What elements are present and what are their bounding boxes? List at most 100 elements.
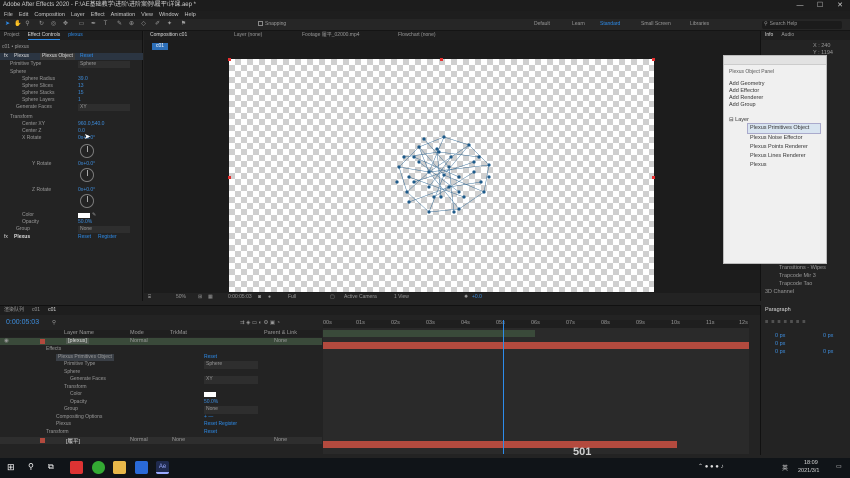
plexus-effect-row[interactable]: fx Plexus Reset Register — [0, 234, 143, 241]
plexus-register-link[interactable]: Register — [98, 234, 117, 241]
camera-tool-icon[interactable]: ◎ — [50, 21, 57, 28]
comp-subtab[interactable]: c01 — [152, 43, 169, 50]
layer-name-footage[interactable]: [履平] — [66, 437, 80, 445]
prop-row[interactable]: Effects — [0, 346, 322, 354]
minimize-button[interactable]: — — [790, 0, 810, 11]
prop-value[interactable]: XY — [204, 376, 258, 384]
workspace-small-screen[interactable]: Small Screen — [641, 21, 671, 27]
layer-mode-footage[interactable]: Normal — [130, 437, 148, 443]
align-buttons-icon[interactable]: ≡≡≡≡≡≡≡ — [765, 319, 808, 325]
prop-row[interactable]: Compositing Options + — — [0, 414, 322, 422]
zoom-tool-icon[interactable]: ⚲ — [24, 21, 31, 28]
col-layer-name[interactable]: Layer Name — [64, 330, 94, 336]
col-trkmat[interactable]: TrkMat — [170, 330, 187, 336]
region-icon[interactable]: ▢ — [330, 293, 335, 302]
tab-render-queue[interactable]: 渲染队列 — [4, 306, 24, 315]
tab-audio[interactable]: Audio — [781, 31, 794, 40]
layer-name-plexus[interactable]: [plexus] — [66, 338, 89, 344]
mail-app-icon[interactable] — [135, 461, 148, 474]
eyedropper-icon[interactable]: ✎ — [92, 212, 96, 219]
layer-parent-footage[interactable]: None — [274, 437, 287, 443]
prop-value[interactable]: Sphere — [204, 361, 258, 369]
menu-window[interactable]: Window — [159, 11, 179, 19]
z-rotate-dial[interactable] — [80, 194, 94, 208]
add-effector-button[interactable]: Add Effector — [729, 88, 821, 95]
indent-left-value[interactable]: 0 px — [775, 333, 785, 339]
prop-value[interactable]: Reset — [204, 354, 217, 362]
add-geometry-button[interactable]: Add Geometry — [729, 81, 821, 88]
roto-brush-tool-icon[interactable]: ✐ — [154, 21, 161, 28]
layer-trkmat-footage[interactable]: None — [172, 437, 185, 443]
tree-item-primitives[interactable]: Plexus Primitives Object — [747, 123, 821, 134]
menu-layer[interactable]: Layer — [71, 11, 85, 19]
prop-value[interactable]: None — [204, 406, 258, 414]
menu-help[interactable]: Help — [185, 11, 196, 19]
playhead[interactable] — [503, 320, 504, 454]
tab-layer[interactable]: Layer (none) — [234, 31, 262, 40]
tab-effect-layer[interactable]: plexus — [68, 31, 82, 40]
pen-tool-icon[interactable]: ✒ — [90, 21, 97, 28]
prop-row[interactable]: Opacity 50.0% — [0, 399, 322, 407]
layer-row-footage[interactable]: [履平] Normal None None — [0, 437, 322, 445]
menu-effect[interactable]: Effect — [91, 11, 105, 19]
space-after-value[interactable]: 0 px — [823, 349, 833, 355]
tab-c01-a[interactable]: c01 — [32, 306, 40, 315]
tab-info[interactable]: Info — [765, 31, 773, 40]
sphere-stacks-value[interactable]: 15 — [78, 90, 84, 97]
menu-view[interactable]: View — [141, 11, 153, 19]
center-xy-value[interactable]: 960.0,540.0 — [78, 121, 104, 128]
active-camera-dropdown[interactable]: Active Camera — [344, 293, 377, 302]
layer-row-plexus[interactable]: ◉ [plexus] Normal None — [0, 338, 322, 345]
prop-row[interactable]: Group None — [0, 406, 322, 414]
prop-row[interactable]: Color — [0, 391, 322, 399]
tab-project[interactable]: Project — [4, 31, 20, 40]
prop-value[interactable]: + — — [204, 414, 213, 422]
canvas-handle[interactable] — [652, 176, 655, 179]
tree-item-lines-renderer[interactable]: Plexus Lines Renderer — [747, 152, 821, 161]
safe-margins-icon[interactable]: ⊞ — [198, 293, 202, 302]
layer-parent-plexus[interactable]: None — [274, 338, 287, 344]
clock-date[interactable]: 2021/3/1 — [798, 468, 819, 474]
add-group-button[interactable]: Add Group — [729, 102, 821, 109]
timeline-timecode[interactable]: 0:00:05:03 — [6, 319, 39, 326]
prop-row[interactable]: Transform Reset — [0, 429, 322, 437]
after-effects-app-icon[interactable]: Ae — [156, 461, 169, 474]
workspace-standard[interactable]: Standard — [600, 21, 620, 27]
z-rotate-value[interactable]: 0x+0.0° — [78, 187, 95, 194]
library-item-wipes[interactable]: Transitions - Wipes — [779, 265, 826, 271]
prop-row[interactable]: Transform — [0, 384, 322, 392]
tab-footage[interactable]: Footage 履平_02000.mp4 — [302, 31, 360, 40]
layer-bar-plexus[interactable] — [323, 342, 749, 349]
snapping-checkbox[interactable]: Snapping — [258, 21, 286, 27]
layer-bar-footage[interactable] — [323, 441, 677, 448]
notification-icon[interactable]: ▭ — [836, 463, 842, 470]
puppet-pin-tool-icon[interactable]: ⚑ — [180, 21, 187, 28]
timeline-graph[interactable]: 00s 01s 02s 03s 04s 05s 06s 07s 08s 09s … — [323, 320, 749, 458]
indent-first-value[interactable]: 0 px — [775, 341, 785, 347]
text-tool-icon[interactable]: T — [102, 21, 109, 28]
generate-faces-dropdown[interactable]: XY — [78, 104, 130, 111]
puppet-tool-icon[interactable]: ✦ — [166, 21, 173, 28]
prop-row[interactable]: Plexus Primitives Object Reset — [0, 353, 322, 362]
exposure-icon[interactable]: ✹ — [464, 293, 468, 302]
library-item-tao[interactable]: Trapcode Tao — [779, 281, 812, 287]
magnification-dropdown[interactable]: 50% — [176, 293, 186, 302]
timeline-search-icon[interactable]: ⚲ — [52, 320, 56, 326]
prop-row[interactable]: Plexus Reset Register — [0, 421, 322, 429]
task-view-icon[interactable]: ⧉ — [48, 462, 54, 472]
x-rotate-dial[interactable] — [80, 144, 94, 158]
effect-object-tab[interactable]: Plexus Object — [40, 53, 75, 60]
pan-behind-tool-icon[interactable]: ✥ — [62, 21, 69, 28]
timeline-tools-icons[interactable]: ⇉ ◈ ▭ ◐ ⚙ ▣ ◔ — [240, 320, 280, 326]
tree-item-points-renderer[interactable]: Plexus Points Renderer — [747, 143, 821, 152]
prop-value[interactable]: Reset — [204, 429, 217, 437]
clone-tool-icon[interactable]: ⊕ — [128, 21, 135, 28]
workspace-libraries[interactable]: Libraries — [690, 21, 709, 27]
channel-icon[interactable]: ● — [268, 293, 271, 302]
col-mode[interactable]: Mode — [130, 330, 144, 336]
prop-row[interactable]: Generate Faces XY — [0, 376, 322, 384]
y-rotate-dial[interactable] — [80, 168, 94, 182]
sphere-slices-value[interactable]: 13 — [78, 83, 84, 90]
color-swatch[interactable] — [204, 392, 216, 397]
group-dropdown[interactable]: None — [78, 226, 130, 233]
